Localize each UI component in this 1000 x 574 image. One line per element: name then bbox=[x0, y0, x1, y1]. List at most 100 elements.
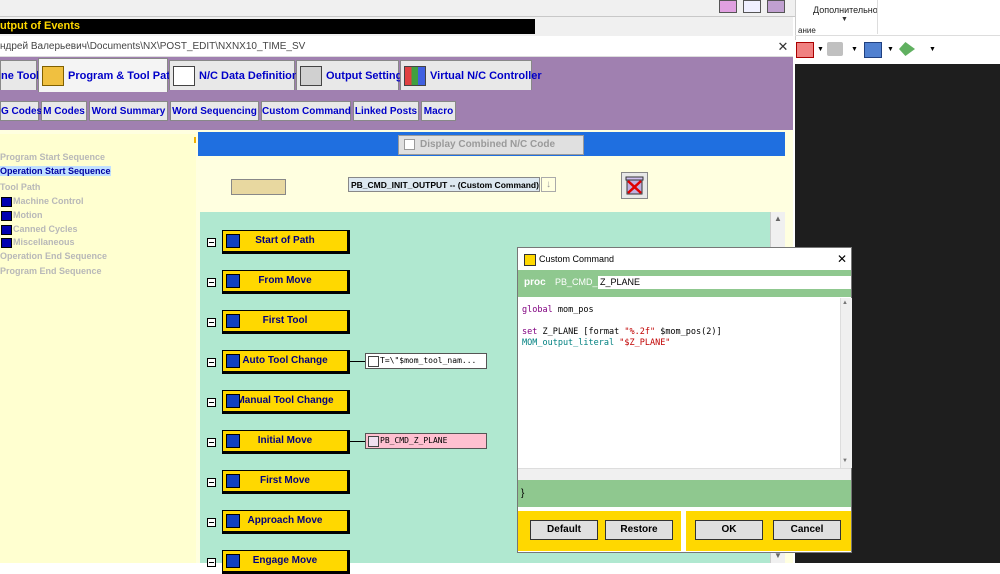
subtab-m-codes[interactable]: M Codes bbox=[41, 101, 87, 121]
event-button[interactable]: First Tool bbox=[222, 310, 350, 334]
ribbon-group-label[interactable]: Дополнительно bbox=[813, 5, 878, 15]
event-block-chip[interactable]: T=\"$mom_tool_nam... bbox=[365, 353, 487, 369]
collapse-toggle-icon[interactable] bbox=[207, 238, 216, 247]
tree-folder-icon bbox=[1, 211, 12, 221]
collapse-toggle-icon[interactable] bbox=[207, 478, 216, 487]
event-button[interactable]: Approach Move bbox=[222, 510, 350, 534]
event-button[interactable]: Start of Path bbox=[222, 230, 350, 254]
file-path-bar: ндрей Валерьевич\Documents\NX\POST_EDIT\… bbox=[0, 38, 793, 57]
code-hscrollbar[interactable] bbox=[518, 468, 851, 480]
command-select[interactable]: PB_CMD_INIT_OUTPUT -- (Custom Command) bbox=[348, 177, 540, 192]
restore-button[interactable]: Restore bbox=[605, 520, 673, 540]
trash-button[interactable] bbox=[621, 172, 648, 199]
tree-item-operation-start[interactable]: Operation Start Sequence bbox=[0, 166, 111, 176]
tab-virtual-nc-controller[interactable]: Virtual N/C Controller bbox=[400, 60, 542, 90]
tab-program-tool-path[interactable]: Program & Tool Path bbox=[38, 58, 177, 92]
tree-item-canned-cycles[interactable]: Canned Cycles bbox=[13, 224, 78, 234]
event-button[interactable]: Auto Tool Change bbox=[222, 350, 350, 374]
event-label: Approach Move bbox=[247, 515, 323, 526]
dropdown-arrow-icon-2[interactable]: ▼ bbox=[851, 46, 858, 53]
connector-line bbox=[350, 441, 365, 442]
combined-blocks-checkbox[interactable]: Display Combined N/C Code Blocks bbox=[398, 135, 584, 168]
events-output-title: utput of Events bbox=[0, 19, 535, 34]
event-icon bbox=[226, 554, 240, 568]
code-scrollbar[interactable]: ▲ ▼ bbox=[840, 298, 852, 468]
proc-close-brace: } bbox=[518, 480, 851, 507]
event-icon bbox=[226, 474, 240, 488]
tree-item-tool-path[interactable]: Tool Path bbox=[0, 182, 40, 192]
default-button[interactable]: Default bbox=[530, 520, 598, 540]
sub-tab-bar: G Codes M Codes Word Summary Word Sequen… bbox=[0, 93, 793, 130]
event-button[interactable]: Engage Move bbox=[222, 550, 350, 574]
dialog-title-bar[interactable]: Custom Command bbox=[518, 248, 851, 270]
event-tree-panel: Program Start Sequence Operation Start S… bbox=[0, 134, 196, 563]
chevron-down-icon[interactable]: ▼ bbox=[841, 16, 848, 23]
tree-item-program-end[interactable]: Program End Sequence bbox=[0, 266, 102, 276]
tool-icon[interactable] bbox=[743, 0, 761, 13]
ribbon-separator bbox=[795, 35, 1000, 36]
ok-button[interactable]: OK bbox=[695, 520, 763, 540]
tab-machine-tool[interactable]: ne Tool bbox=[0, 60, 39, 90]
cube-icon[interactable] bbox=[864, 42, 882, 58]
dialog-button-area: Default Restore OK Cancel bbox=[518, 508, 851, 552]
book-icon[interactable] bbox=[719, 0, 737, 13]
code-editor[interactable]: global mom_pos set Z_PLANE [format "%.2f… bbox=[518, 298, 840, 468]
tree-item-miscellaneous[interactable]: Miscellaneous bbox=[13, 237, 75, 247]
event-button[interactable]: From Move bbox=[222, 270, 350, 294]
top-toolbar bbox=[0, 0, 795, 17]
event-button[interactable]: Manual Tool Change bbox=[222, 390, 350, 414]
chart-icon bbox=[404, 66, 426, 87]
tree-item-machine-control[interactable]: Machine Control bbox=[13, 196, 84, 206]
app-icon bbox=[524, 254, 536, 266]
tree-item-motion[interactable]: Motion bbox=[13, 210, 43, 220]
dialog-title: Custom Command bbox=[539, 254, 615, 264]
tree-item-operation-end[interactable]: Operation End Sequence bbox=[0, 251, 107, 261]
tab-nc-data-definitions[interactable]: N/C Data Definitions bbox=[169, 60, 305, 90]
code-line-4: MOM_output_literal "$Z_PLANE" bbox=[522, 338, 671, 348]
tree-item-program-start[interactable]: Program Start Sequence bbox=[0, 152, 105, 162]
tab-output-settings[interactable]: Output Settings bbox=[296, 60, 409, 90]
dropdown-arrow-icon[interactable]: ▼ bbox=[817, 46, 824, 53]
checkbox-icon bbox=[404, 138, 415, 150]
play-flow-icon[interactable] bbox=[899, 42, 915, 56]
tab-label: Program & Tool Path bbox=[68, 70, 177, 82]
collapse-toggle-icon[interactable] bbox=[207, 518, 216, 527]
scroll-up-icon[interactable]: ▲ bbox=[771, 212, 785, 226]
ribbon-divider bbox=[795, 0, 796, 40]
data-grid-icon bbox=[173, 66, 195, 87]
event-label: Initial Move bbox=[257, 435, 313, 446]
dropdown-arrow-icon[interactable]: ↓ bbox=[541, 177, 556, 192]
dropdown-arrow-icon-3[interactable]: ▼ bbox=[887, 46, 894, 53]
subtab-custom-command[interactable]: Custom Command bbox=[261, 101, 351, 121]
shape-icon[interactable] bbox=[827, 42, 843, 56]
event-button[interactable]: Initial Move bbox=[222, 430, 350, 454]
event-icon bbox=[226, 434, 240, 448]
subtab-macro[interactable]: Macro bbox=[421, 101, 456, 121]
subtab-linked-posts[interactable]: Linked Posts bbox=[353, 101, 419, 121]
subtab-word-sequencing[interactable]: Word Sequencing bbox=[170, 101, 259, 121]
subtab-word-summary[interactable]: Word Summary bbox=[89, 101, 168, 121]
event-label: First Move bbox=[259, 475, 310, 486]
close-box-icon[interactable] bbox=[796, 42, 814, 58]
collapse-toggle-icon[interactable] bbox=[207, 278, 216, 287]
scroll-down-icon[interactable]: ▼ bbox=[842, 458, 848, 464]
proc-name-input[interactable]: Z_PLANE bbox=[598, 276, 851, 289]
collapse-toggle-icon[interactable] bbox=[207, 438, 216, 447]
ribbon-sub-label: ание bbox=[798, 26, 816, 35]
collapse-toggle-icon[interactable] bbox=[207, 358, 216, 367]
collapse-toggle-icon[interactable] bbox=[207, 318, 216, 327]
tree-folder-icon bbox=[1, 197, 12, 207]
event-button[interactable]: First Move bbox=[222, 470, 350, 494]
collapse-toggle-icon[interactable] bbox=[207, 398, 216, 407]
book-stack-icon[interactable] bbox=[767, 0, 785, 13]
subtab-g-codes[interactable]: G Codes bbox=[0, 101, 42, 121]
scroll-up-icon[interactable]: ▲ bbox=[842, 300, 848, 306]
add-command-button[interactable] bbox=[231, 179, 286, 195]
tab-label: Output Settings bbox=[326, 70, 409, 82]
dropdown-arrow-icon-4[interactable]: ▼ bbox=[929, 46, 936, 53]
event-block-chip[interactable]: PB_CMD_Z_PLANE bbox=[365, 433, 487, 449]
dialog-close-icon[interactable]: ✕ bbox=[835, 249, 849, 269]
printer-icon bbox=[300, 66, 322, 87]
close-icon[interactable]: ✕ bbox=[776, 38, 790, 56]
cancel-button[interactable]: Cancel bbox=[773, 520, 841, 540]
